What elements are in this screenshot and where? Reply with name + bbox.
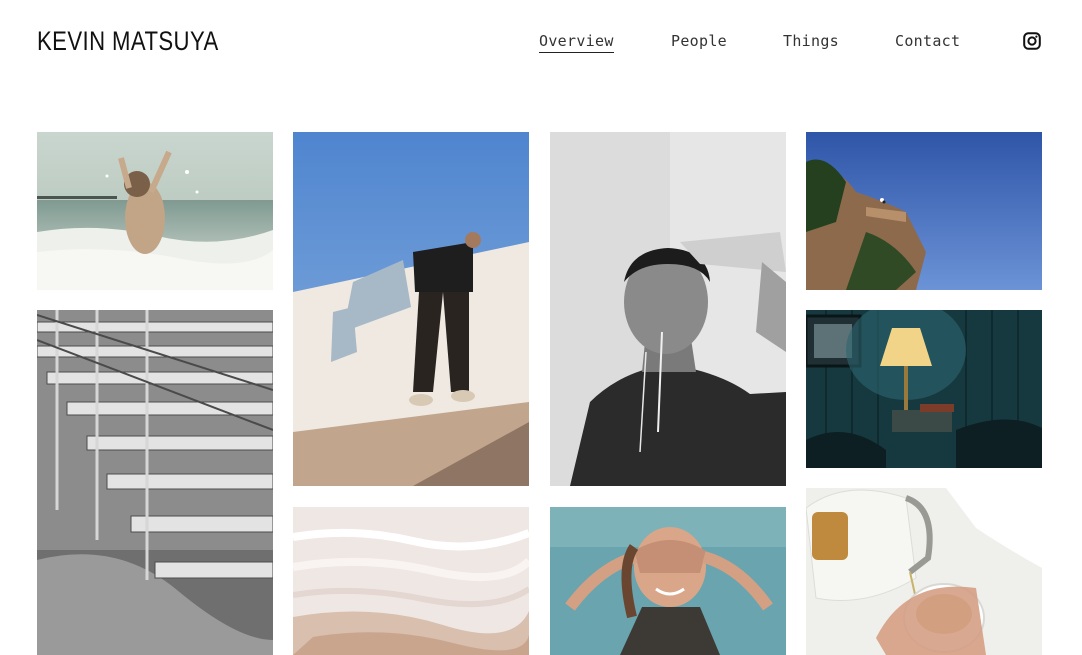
instagram-icon[interactable] — [1023, 32, 1041, 50]
nav-link-overview[interactable]: Overview — [539, 31, 614, 53]
photo-beach-wave[interactable] — [37, 132, 273, 290]
nav-link-things[interactable]: Things — [783, 31, 839, 51]
photo-bedside-lamp[interactable] — [806, 310, 1042, 468]
photo-cliff-sky[interactable] — [806, 132, 1042, 290]
photo-water-bottle-portrait[interactable] — [550, 132, 786, 486]
site-title[interactable]: KEVIN MATSUYA — [37, 24, 219, 58]
photo-wall-climbers[interactable] — [293, 132, 529, 486]
photo-travertine-terraces[interactable] — [293, 507, 529, 655]
photo-hands-over-eyes[interactable] — [550, 507, 786, 655]
photo-bleachers[interactable] — [37, 310, 273, 655]
nav-link-contact[interactable]: Contact — [895, 31, 960, 51]
nav-link-people[interactable]: People — [671, 31, 727, 51]
photo-teapot-pour[interactable] — [806, 488, 1042, 655]
